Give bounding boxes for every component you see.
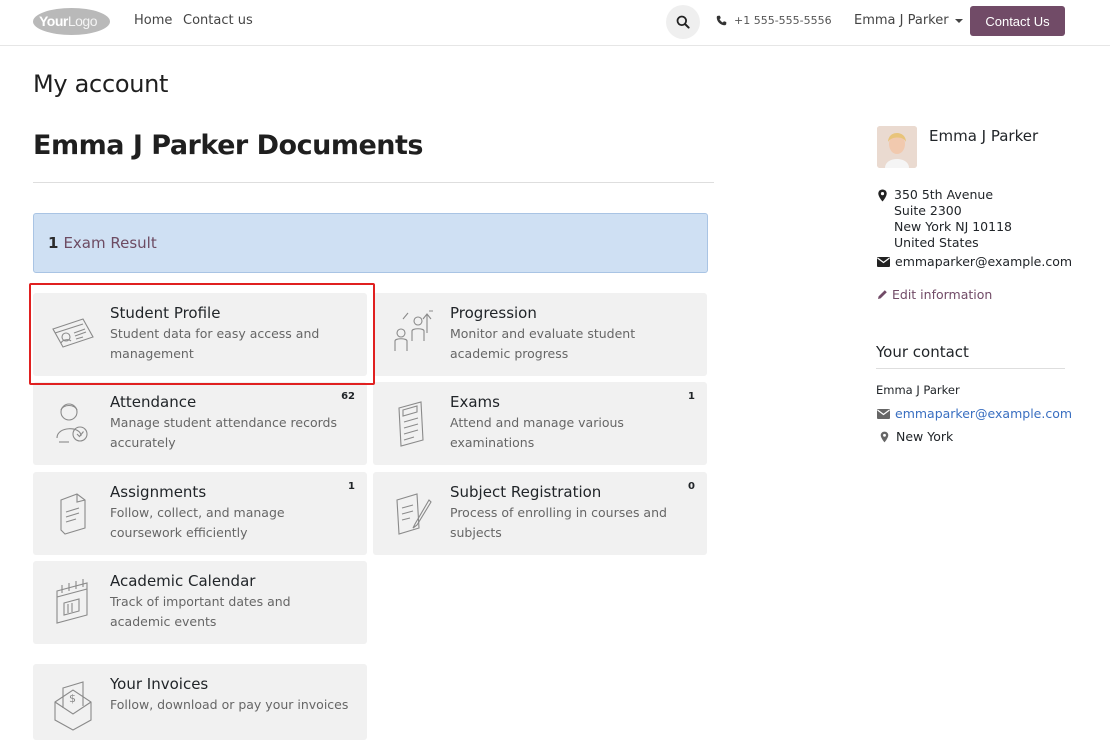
card-academic-calendar[interactable]: Academic Calendar Track of important dat… xyxy=(33,561,367,644)
pencil-icon xyxy=(878,290,887,299)
phone-icon xyxy=(716,15,727,26)
address-block: 350 5th Avenue Suite 2300 New York NJ 10… xyxy=(877,187,1012,251)
documents-title: Emma J Parker Documents xyxy=(33,130,423,161)
edit-information-link[interactable]: Edit information xyxy=(877,287,992,302)
selection-highlight xyxy=(29,283,375,385)
profile-email: emmaparker@example.com xyxy=(877,254,1072,269)
top-navbar: YourLogo Home Contact us +1 555-555-5556… xyxy=(0,0,1110,46)
card-count-badge: 0 xyxy=(688,481,695,492)
svg-text:$: $ xyxy=(69,692,76,705)
contact-location: New York xyxy=(880,429,953,444)
divider xyxy=(876,368,1065,369)
card-subject-registration[interactable]: Subject Registration Process of enrollin… xyxy=(373,472,707,555)
calendar-icon xyxy=(56,579,88,624)
card-title: Attendance xyxy=(110,393,197,411)
exam-result-count: 1 xyxy=(48,234,59,252)
company-logo[interactable]: YourLogo xyxy=(33,8,110,35)
card-your-invoices[interactable]: $ Your Invoices Follow, download or pay … xyxy=(33,664,367,740)
card-description: Monitor and evaluate student academic pr… xyxy=(450,326,636,361)
chevron-down-icon xyxy=(954,18,963,23)
card-count-badge: 1 xyxy=(688,391,695,402)
contact-email-link[interactable]: emmaparker@example.com xyxy=(877,406,1072,421)
exam-sheet-icon xyxy=(398,401,424,447)
card-title: Exams xyxy=(450,393,500,411)
card-attendance[interactable]: Attendance Manage student attendance rec… xyxy=(33,382,367,465)
exam-result-label: Exam Result xyxy=(63,234,157,252)
attendance-icon xyxy=(56,403,88,443)
envelope-icon xyxy=(877,408,890,419)
assignment-icon xyxy=(60,493,86,535)
your-contact-heading: Your contact xyxy=(876,343,969,361)
card-title: Subject Registration xyxy=(450,483,602,501)
user-dropdown[interactable]: Emma J Parker xyxy=(854,13,963,28)
card-count-badge: 1 xyxy=(348,481,355,492)
address-line: New York NJ 10118 xyxy=(894,219,1012,234)
map-marker-icon xyxy=(878,189,887,202)
progression-icon xyxy=(394,310,433,351)
card-description: Follow, collect, and manage coursework e… xyxy=(110,505,285,540)
user-name: Emma J Parker xyxy=(854,13,949,28)
search-button[interactable] xyxy=(666,5,700,39)
nav-home-link[interactable]: Home xyxy=(134,13,172,28)
card-title: Academic Calendar xyxy=(110,572,256,590)
exam-result-alert[interactable]: 1 Exam Result xyxy=(33,213,708,273)
divider xyxy=(33,182,714,183)
envelope-icon xyxy=(877,256,890,267)
card-description: Follow, download or pay your invoices xyxy=(110,697,349,712)
address-line: United States xyxy=(894,235,979,250)
card-count-badge: 62 xyxy=(341,391,355,402)
card-description: Process of enrolling in courses and subj… xyxy=(450,505,667,540)
card-title: Assignments xyxy=(110,483,207,501)
phone-number: +1 555-555-5556 xyxy=(734,14,832,27)
page-title: My account xyxy=(33,70,169,98)
address-line: Suite 2300 xyxy=(894,203,962,218)
card-progression[interactable]: Progression Monitor and evaluate student… xyxy=(373,293,707,376)
phone-contact[interactable]: +1 555-555-5556 xyxy=(716,14,832,27)
nav-contact-link[interactable]: Contact us xyxy=(183,13,253,28)
avatar xyxy=(877,126,917,168)
card-title: Progression xyxy=(450,304,537,322)
card-description: Attend and manage various examinations xyxy=(450,415,624,450)
search-icon xyxy=(676,15,690,29)
map-marker-icon xyxy=(880,431,889,442)
card-description: Track of important dates and academic ev… xyxy=(110,594,291,629)
card-assignments[interactable]: Assignments Follow, collect, and manage … xyxy=(33,472,367,555)
profile-name: Emma J Parker xyxy=(929,127,1039,145)
card-exams[interactable]: Exams Attend and manage various examinat… xyxy=(373,382,707,465)
card-title: Your Invoices xyxy=(110,675,209,693)
registration-icon xyxy=(396,493,432,535)
address-line: 350 5th Avenue xyxy=(894,187,994,202)
contact-name: Emma J Parker xyxy=(876,383,960,397)
contact-us-button[interactable]: Contact Us xyxy=(970,6,1065,36)
card-description: Manage student attendance records accura… xyxy=(110,415,337,450)
invoice-icon: $ xyxy=(54,681,92,731)
